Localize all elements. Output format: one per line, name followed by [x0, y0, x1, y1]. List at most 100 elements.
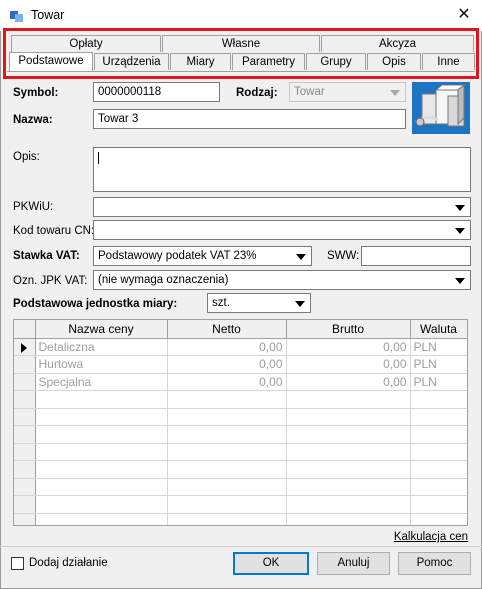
- empty-cell[interactable]: [286, 425, 411, 444]
- tab-miary[interactable]: Miary: [170, 53, 231, 70]
- empty-cell[interactable]: [167, 478, 287, 496]
- tab-podstawowe[interactable]: Podstawowe: [9, 52, 93, 71]
- empty-cell[interactable]: [35, 513, 168, 525]
- empty-cell[interactable]: [410, 478, 467, 496]
- row-indicator[interactable]: [14, 408, 36, 426]
- empty-cell[interactable]: [410, 425, 467, 444]
- col-waluta[interactable]: Waluta: [410, 320, 467, 339]
- row-indicator[interactable]: [14, 460, 36, 479]
- empty-cell[interactable]: [167, 425, 287, 444]
- empty-table-row[interactable]: [14, 478, 467, 496]
- empty-cell[interactable]: [286, 443, 411, 461]
- empty-cell[interactable]: [286, 478, 411, 496]
- tab-grupy[interactable]: Grupy: [306, 53, 366, 70]
- row-indicator[interactable]: [14, 478, 36, 496]
- tab-inne[interactable]: Inne: [422, 53, 475, 70]
- empty-table-row[interactable]: [14, 513, 467, 525]
- tab-urzadzenia[interactable]: Urządzenia: [94, 53, 169, 70]
- empty-cell[interactable]: [410, 443, 467, 461]
- col-brutto[interactable]: Brutto: [286, 320, 411, 339]
- ok-button[interactable]: OK: [233, 552, 309, 575]
- netto-cell[interactable]: 0,00: [167, 373, 287, 391]
- row-indicator[interactable]: [14, 355, 36, 374]
- row-indicator[interactable]: [14, 443, 36, 461]
- row-indicator[interactable]: [14, 338, 36, 356]
- pkwiu-label: PKWiU:: [13, 201, 54, 213]
- empty-cell[interactable]: [286, 408, 411, 426]
- empty-cell[interactable]: [167, 408, 287, 426]
- empty-table-row[interactable]: [14, 443, 467, 461]
- nazwa-input[interactable]: Towar 3: [93, 109, 406, 129]
- row-indicator[interactable]: [14, 495, 36, 514]
- sww-input[interactable]: [361, 246, 471, 266]
- row-indicator[interactable]: [14, 513, 36, 525]
- empty-cell[interactable]: [167, 390, 287, 409]
- close-icon[interactable]: ✕: [446, 0, 482, 31]
- empty-table-row[interactable]: [14, 425, 467, 444]
- cn-select[interactable]: [93, 220, 471, 240]
- empty-table-row[interactable]: [14, 408, 467, 426]
- price-table[interactable]: Nazwa ceny Netto Brutto Waluta Detaliczn…: [13, 319, 468, 526]
- tab-parametry[interactable]: Parametry: [232, 53, 305, 70]
- tab-akcyza[interactable]: Akcyza: [321, 35, 474, 52]
- empty-cell[interactable]: [286, 513, 411, 525]
- empty-cell[interactable]: [35, 425, 168, 444]
- add-action-checkbox[interactable]: [11, 557, 24, 570]
- symbol-input[interactable]: 0000000118: [93, 82, 220, 102]
- empty-cell[interactable]: [410, 495, 467, 514]
- row-indicator[interactable]: [14, 425, 36, 444]
- empty-cell[interactable]: [35, 408, 168, 426]
- currency-cell[interactable]: PLN: [410, 355, 467, 374]
- empty-table-row[interactable]: [14, 390, 467, 409]
- netto-cell[interactable]: 0,00: [167, 355, 287, 374]
- opis-textarea[interactable]: [93, 147, 471, 192]
- table-row[interactable]: Detaliczna 0,00 0,00 PLN: [14, 338, 467, 356]
- empty-cell[interactable]: [410, 513, 467, 525]
- cancel-button[interactable]: Anuluj: [317, 552, 390, 575]
- rodzaj-select[interactable]: Towar: [289, 82, 406, 102]
- currency-cell[interactable]: PLN: [410, 338, 467, 356]
- netto-cell[interactable]: 0,00: [167, 338, 287, 356]
- help-button[interactable]: Pomoc: [398, 552, 471, 575]
- empty-table-row[interactable]: [14, 460, 467, 479]
- empty-cell[interactable]: [167, 495, 287, 514]
- empty-cell[interactable]: [35, 460, 168, 479]
- kalkulacja-cen-link[interactable]: Kalkulacja cen: [394, 531, 468, 543]
- pkwiu-select[interactable]: [93, 197, 471, 217]
- empty-cell[interactable]: [286, 495, 411, 514]
- row-indicator[interactable]: [14, 373, 36, 391]
- empty-cell[interactable]: [35, 495, 168, 514]
- empty-cell[interactable]: [286, 460, 411, 479]
- price-name-cell[interactable]: Detaliczna: [35, 338, 168, 356]
- tab-wlasne[interactable]: Własne: [162, 35, 320, 52]
- brutto-cell[interactable]: 0,00: [286, 355, 411, 374]
- row-indicator[interactable]: [14, 390, 36, 409]
- empty-cell[interactable]: [286, 390, 411, 409]
- price-table-header: Nazwa ceny Netto Brutto Waluta: [14, 320, 467, 339]
- empty-cell[interactable]: [410, 390, 467, 409]
- jpk-select[interactable]: (nie wymaga oznaczenia): [93, 270, 471, 290]
- empty-cell[interactable]: [410, 408, 467, 426]
- unit-select[interactable]: szt.: [207, 293, 311, 313]
- empty-cell[interactable]: [167, 460, 287, 479]
- table-row[interactable]: Hurtowa 0,00 0,00 PLN: [14, 355, 467, 374]
- col-netto[interactable]: Netto: [167, 320, 287, 339]
- col-nazwa-ceny[interactable]: Nazwa ceny: [35, 320, 168, 339]
- add-action-label[interactable]: Dodaj działanie: [29, 557, 108, 569]
- empty-cell[interactable]: [35, 390, 168, 409]
- brutto-cell[interactable]: 0,00: [286, 338, 411, 356]
- tab-opis[interactable]: Opis: [367, 53, 421, 70]
- empty-cell[interactable]: [410, 460, 467, 479]
- empty-cell[interactable]: [35, 443, 168, 461]
- price-name-cell[interactable]: Hurtowa: [35, 355, 168, 374]
- empty-cell[interactable]: [167, 443, 287, 461]
- table-row[interactable]: Specjalna 0,00 0,00 PLN: [14, 373, 467, 391]
- empty-cell[interactable]: [167, 513, 287, 525]
- vat-select[interactable]: Podstawowy podatek VAT 23%: [93, 246, 312, 266]
- tab-oplaty[interactable]: Opłaty: [11, 35, 161, 52]
- price-name-cell[interactable]: Specjalna: [35, 373, 168, 391]
- currency-cell[interactable]: PLN: [410, 373, 467, 391]
- brutto-cell[interactable]: 0,00: [286, 373, 411, 391]
- empty-cell[interactable]: [35, 478, 168, 496]
- empty-table-row[interactable]: [14, 495, 467, 514]
